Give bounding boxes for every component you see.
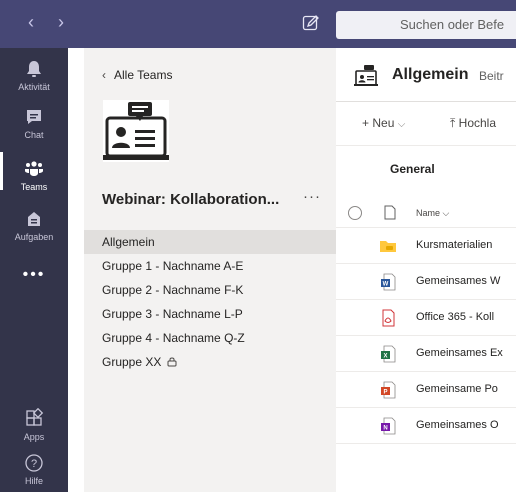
channel-label: Gruppe XX (102, 355, 162, 369)
svg-text:P: P (383, 390, 387, 396)
file-name: Gemeinsames W (416, 275, 501, 287)
channel-title: Allgemein (392, 66, 469, 83)
rail-label: Chat (24, 130, 44, 140)
apps-icon (26, 408, 44, 426)
chevron-left-icon: ‹ (102, 68, 106, 82)
channel-item[interactable]: Gruppe 1 - Nachname A-E (84, 254, 336, 278)
tab-posts[interactable]: Beitr (479, 69, 504, 83)
svg-text:?: ? (31, 458, 37, 470)
chevron-down-icon: ⌵ (442, 208, 450, 218)
file-type-icon (384, 205, 396, 220)
channel-main-area: Allgemein Beitr + Neu ⌵ ⤒ Hochla General… (336, 48, 516, 492)
file-list-header: Name ⌵ (336, 198, 516, 228)
rail-item-assignments[interactable]: Aufgaben (0, 208, 68, 242)
new-button[interactable]: + Neu ⌵ (362, 116, 405, 130)
svg-text:X: X (383, 354, 387, 360)
team-picture-icon (103, 100, 169, 162)
help-icon: ? (25, 454, 43, 472)
upload-label: Hochla (458, 116, 497, 130)
app-rail: Aktivität Chat Teams Aufgaben ••• Apps ?… (0, 48, 68, 492)
assignments-icon (28, 212, 40, 226)
rail-item-chat[interactable]: Chat (0, 106, 68, 140)
svg-text:N: N (383, 426, 387, 432)
title-bar: ‹ › Suchen oder Befe (0, 0, 516, 48)
file-row[interactable]: Office 365 - Koll (336, 300, 516, 336)
powerpoint-file-icon: P (381, 381, 396, 399)
excel-file-icon: X (381, 345, 396, 363)
channel-header: Allgemein Beitr (336, 48, 516, 102)
rail-label: Aufgaben (14, 232, 54, 242)
chat-icon (27, 110, 41, 124)
file-row[interactable]: P Gemeinsame Po (336, 372, 516, 408)
forward-arrow-icon[interactable]: › (58, 12, 64, 32)
chevron-down-icon: ⌵ (397, 119, 406, 130)
file-row[interactable]: Kursmaterialien (336, 228, 516, 264)
new-label: Neu (372, 116, 395, 130)
channel-item[interactable]: Allgemein (84, 230, 336, 254)
search-input[interactable]: Suchen oder Befe (336, 11, 516, 39)
team-name: Webinar: Kollaboration... (102, 191, 280, 208)
channel-item[interactable]: Gruppe 3 - Nachname L-P (84, 302, 336, 326)
rail-item-apps[interactable]: Apps (0, 408, 68, 442)
file-name: Office 365 - Koll (416, 311, 495, 323)
file-name: Gemeinsame Po (416, 383, 498, 395)
rail-item-teams[interactable]: Teams (0, 152, 68, 192)
plus-icon: + (362, 116, 370, 130)
channel-item[interactable]: Gruppe 2 - Nachname F-K (84, 278, 336, 302)
rail-label: Aktivität (18, 82, 50, 92)
rail-item-activity[interactable]: Aktivität (0, 58, 68, 92)
files-toolbar: + Neu ⌵ ⤒ Hochla (336, 102, 516, 146)
bell-icon (27, 61, 41, 77)
section-title: General (390, 162, 435, 176)
channel-item[interactable]: Gruppe 4 - Nachname Q-Z (84, 326, 336, 350)
word-file-icon: W (381, 273, 396, 291)
channel-team-icon (354, 65, 378, 86)
channel-item-private[interactable]: Gruppe XX (84, 350, 336, 374)
teams-icon (25, 161, 43, 176)
upload-icon: ⤒ (450, 116, 456, 130)
team-more-options-icon[interactable]: ··· (303, 188, 321, 205)
team-channel-panel: ‹ Alle Teams Webinar: Kollaboration... ··… (84, 48, 336, 492)
rail-label: Hilfe (24, 476, 43, 486)
file-row[interactable]: W Gemeinsames W (336, 264, 516, 300)
name-column-header[interactable]: Name ⌵ (416, 208, 449, 219)
file-name: Kursmaterialien (416, 239, 493, 251)
lock-icon (167, 357, 177, 367)
pdf-file-icon (382, 309, 395, 327)
all-teams-link[interactable]: ‹ Alle Teams (102, 68, 172, 82)
name-column-label: Name (416, 208, 441, 218)
onenote-file-icon: N (381, 417, 396, 435)
all-teams-label: Alle Teams (114, 68, 173, 82)
file-name: Gemeinsames Ex (416, 347, 503, 359)
file-name: Gemeinsames O (416, 419, 499, 431)
rail-label: Teams (20, 182, 48, 192)
file-row[interactable]: N Gemeinsames O (336, 408, 516, 444)
svg-text:W: W (383, 282, 389, 288)
rail-label: Apps (23, 432, 45, 442)
compose-icon[interactable] (302, 14, 320, 32)
back-arrow-icon[interactable]: ‹ (28, 12, 34, 32)
rail-item-help[interactable]: ? Hilfe (0, 452, 68, 486)
upload-button[interactable]: ⤒ Hochla (450, 116, 496, 131)
more-apps-icon[interactable]: ••• (0, 266, 68, 284)
file-row[interactable]: X Gemeinsames Ex (336, 336, 516, 372)
folder-icon (380, 241, 396, 252)
select-all-checkbox[interactable] (348, 206, 362, 220)
